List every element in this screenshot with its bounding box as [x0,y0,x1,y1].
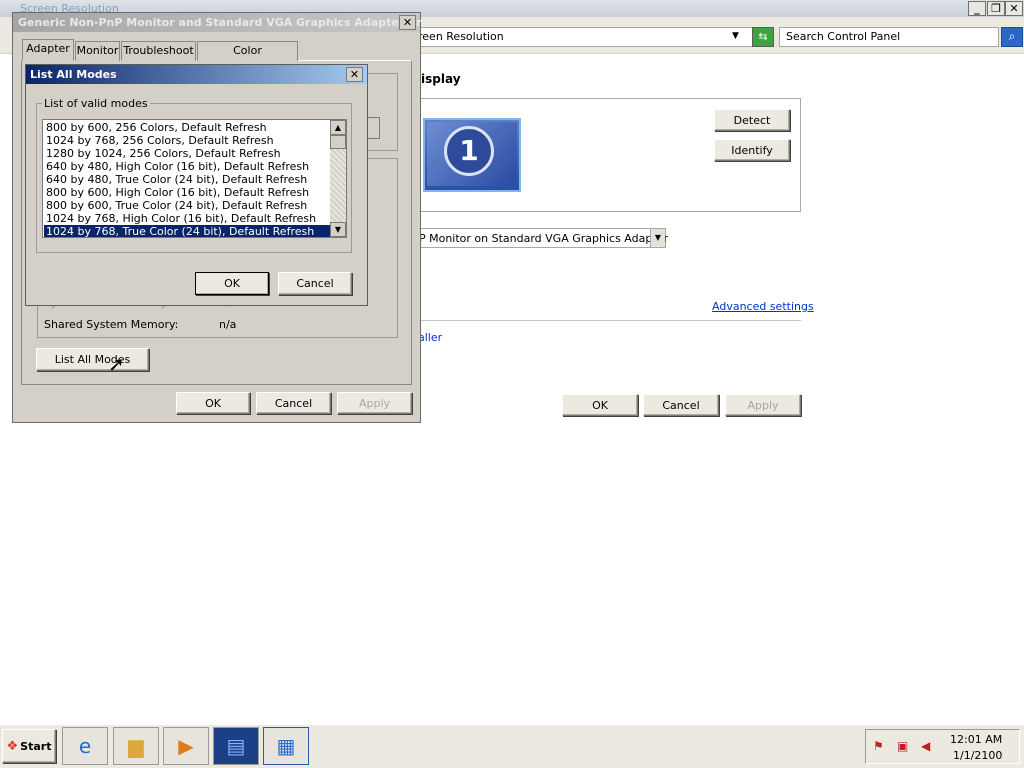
mode-list-item[interactable]: 1024 by 768, True Color (24 bit), Defaul… [44,225,332,237]
page-heading: isplay [421,72,461,86]
clock-time[interactable]: 12:01 AM [950,733,1002,746]
start-button[interactable]: ❖ Start [2,729,56,763]
mode-list-item[interactable]: 640 by 480, High Color (16 bit), Default… [44,160,332,173]
shared-memory-value: n/a [219,318,237,331]
list-all-modes-button[interactable]: List All Modes [36,348,149,371]
action-center-icon[interactable]: ⚑ [873,739,884,753]
display-select-value: nP Monitor on Standard VGA Graphics Adap… [412,232,668,245]
restore-button[interactable]: ❐ [987,1,1005,16]
properties-apply-button[interactable]: Apply [337,392,412,414]
tab-troubleshoot[interactable]: Troubleshoot [121,41,196,61]
media-player-icon[interactable]: ▶ [163,727,209,765]
close-button[interactable]: ✕ [1005,1,1023,16]
refresh-icon[interactable]: ⇆ [752,27,774,47]
clock-date[interactable]: 1/1/2100 [953,749,1002,762]
main-cancel-button[interactable]: Cancel [643,394,719,416]
tab-color-management[interactable]: Color Management [197,41,298,75]
properties-ok-button[interactable]: OK [176,392,250,414]
properties-title: Generic Non-PnP Monitor and Standard VGA… [18,16,442,29]
modes-close-button[interactable]: ✕ [346,67,363,82]
mode-list-item[interactable]: 640 by 480, True Color (24 bit), Default… [44,173,332,186]
chevron-down-icon[interactable]: ▼ [650,229,665,247]
valid-modes-label: List of valid modes [42,97,150,110]
folder-icon[interactable]: ▆ [113,727,159,765]
minimize-button[interactable]: _ [968,1,986,16]
monitor-number: 1 [444,126,494,176]
modes-title: List All Modes [30,68,117,81]
modes-listbox[interactable]: 800 by 600, 256 Colors, Default Refresh 1… [42,119,347,238]
text-size-link[interactable]: aller [418,331,442,344]
search-placeholder: Search Control Panel [786,30,901,43]
network-icon[interactable]: ▣ [897,739,908,753]
detect-button[interactable]: Detect [714,109,790,131]
start-label: Start [20,739,52,753]
scroll-up-icon[interactable]: ▲ [330,120,346,135]
shared-memory-label: Shared System Memory: [44,318,179,331]
mouse-cursor-icon: ➚ [108,352,125,376]
modes-ok-button[interactable]: OK [195,272,269,295]
mode-list-item[interactable]: 1024 by 768, 256 Colors, Default Refresh [44,134,332,147]
mode-list-item[interactable]: 800 by 600, True Color (24 bit), Default… [44,199,332,212]
mode-list-item[interactable]: 800 by 600, 256 Colors, Default Refresh [44,121,332,134]
properties-close-button[interactable]: ✕ [399,15,416,30]
breadcrumb[interactable]: reen Resolution [418,30,504,43]
main-ok-button[interactable]: OK [562,394,638,416]
server-manager-icon[interactable]: ▤ [213,727,259,765]
divider [408,320,801,321]
mode-list-item[interactable]: 1280 by 1024, 256 Colors, Default Refres… [44,147,332,160]
windows-logo-icon: ❖ [6,738,19,754]
tab-adapter[interactable]: Adapter [22,39,74,61]
mode-list-item[interactable]: 1024 by 768, High Color (16 bit), Defaul… [44,212,332,225]
search-icon[interactable]: ⌕ [1001,27,1023,47]
mode-list-item[interactable]: 800 by 600, High Color (16 bit), Default… [44,186,332,199]
control-panel-icon[interactable]: ▦ [263,727,309,765]
advanced-settings-link[interactable]: Advanced settings [712,300,814,313]
internet-explorer-icon[interactable]: e [62,727,108,765]
main-apply-button[interactable]: Apply [725,394,801,416]
volume-icon[interactable]: ◀ [921,739,930,753]
scroll-thumb[interactable] [330,135,346,149]
modes-cancel-button[interactable]: Cancel [278,272,352,295]
breadcrumb-dropdown-icon[interactable]: ▼ [732,31,739,41]
properties-cancel-button[interactable]: Cancel [256,392,331,414]
identify-button[interactable]: Identify [714,139,790,161]
scroll-down-icon[interactable]: ▼ [330,222,346,237]
tab-monitor[interactable]: Monitor [75,41,120,61]
